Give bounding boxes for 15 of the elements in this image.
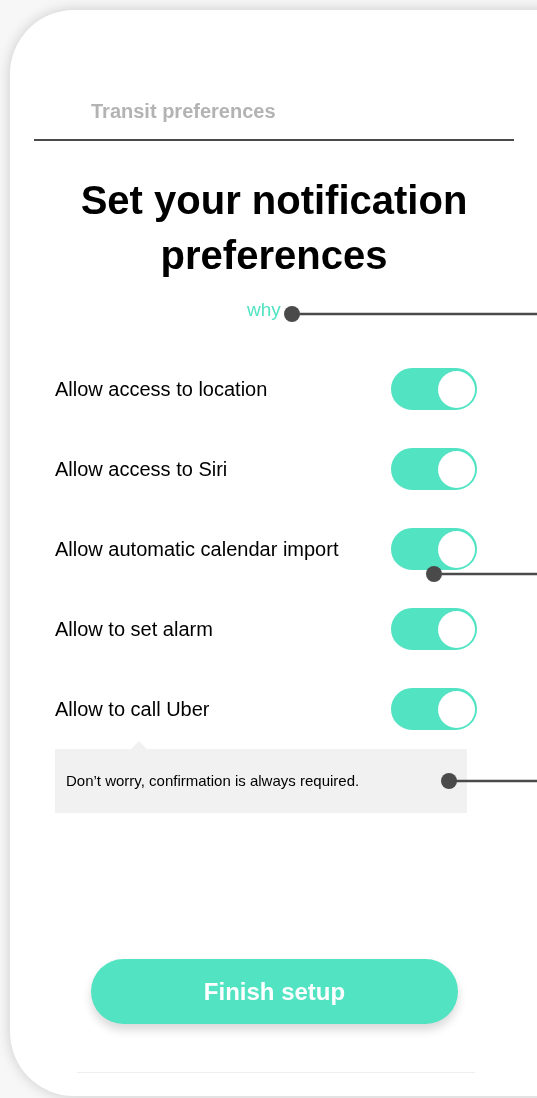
tooltip-text: Don’t worry, confirmation is always required. bbox=[66, 770, 360, 791]
setting-label: Allow automatic calendar import bbox=[55, 537, 339, 562]
setting-label: Allow access to location bbox=[55, 377, 268, 402]
why-link[interactable]: why bbox=[247, 297, 281, 323]
setting-label: Allow to call Uber bbox=[55, 697, 210, 722]
toggle-switch[interactable] bbox=[391, 608, 477, 650]
page-heading: Set your notification preferences bbox=[79, 177, 469, 279]
toggle-switch[interactable] bbox=[391, 688, 477, 730]
finish-setup-button[interactable]: Finish setup bbox=[91, 959, 458, 1024]
screen-title: Transit preferences bbox=[91, 99, 277, 124]
setting-label: Allow to set alarm bbox=[55, 617, 213, 642]
toggle-switch[interactable] bbox=[391, 528, 477, 570]
toggle-switch[interactable] bbox=[391, 448, 477, 490]
toggle-switch[interactable] bbox=[391, 368, 477, 410]
setting-label: Allow access to Siri bbox=[55, 457, 228, 482]
